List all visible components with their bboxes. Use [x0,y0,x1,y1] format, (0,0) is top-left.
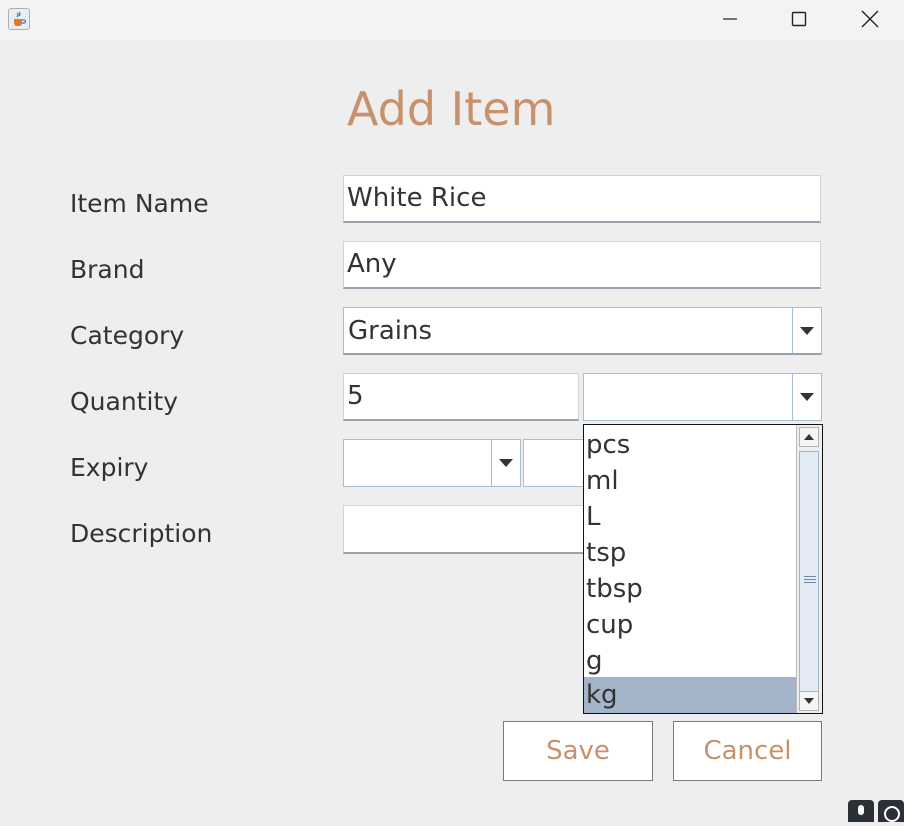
minimize-button[interactable] [696,0,764,38]
expiry-label: Expiry [70,453,149,482]
brand-label: Brand [70,255,145,284]
unit-dropdown-button[interactable] [792,374,821,420]
scroll-down-icon [804,698,814,704]
unit-option-pcs[interactable]: pcs [584,427,796,463]
category-select[interactable]: Grains [343,307,822,355]
scroll-up-icon [804,434,814,440]
unit-select[interactable] [583,373,822,421]
close-button[interactable] [836,0,904,38]
description-label: Description [70,519,213,548]
scrollbar-grip-icon [804,576,816,583]
category-select-value: Grains [348,316,433,346]
unit-option-ml[interactable]: ml [584,463,796,499]
chevron-down-icon [499,459,513,467]
quantity-label: Quantity [70,387,179,416]
expiry-dropdown-button-1[interactable] [491,440,520,486]
title-bar [0,0,904,40]
scroll-up-button[interactable] [799,427,819,447]
unit-option-g[interactable]: g [584,643,796,679]
quantity-field[interactable]: 5 [343,373,579,421]
page-title: Add Item [347,82,556,136]
category-label: Category [70,321,185,350]
expiry-select-1[interactable] [343,439,521,487]
unit-dropdown-list[interactable]: pcs ml L tsp tbsp cup g kg [583,424,823,714]
cancel-button[interactable]: Cancel [673,721,822,781]
close-icon [861,10,879,28]
save-button[interactable]: Save [503,721,653,781]
chevron-down-icon [800,393,814,401]
unit-option-tsp[interactable]: tsp [584,535,796,571]
scroll-down-button[interactable] [799,691,819,711]
brand-field[interactable]: Any [343,241,821,289]
scrollbar-thumb[interactable] [799,451,819,693]
unit-option-tbsp[interactable]: tbsp [584,571,796,607]
minimize-icon [723,18,737,20]
chevron-down-icon [800,326,814,335]
item-name-label: Item Name [70,189,209,218]
dropdown-scrollbar[interactable] [796,425,822,713]
unit-option-kg[interactable]: kg [584,677,796,713]
java-cup-icon [8,8,30,30]
microphone-icon[interactable] [848,800,874,822]
unit-option-l[interactable]: L [584,499,796,535]
maximize-button[interactable] [765,0,833,38]
item-name-field[interactable]: White Rice [343,175,821,223]
unit-option-cup[interactable]: cup [584,607,796,643]
refresh-icon[interactable] [878,800,904,822]
category-dropdown-button[interactable] [792,308,821,353]
maximize-icon [791,11,807,27]
